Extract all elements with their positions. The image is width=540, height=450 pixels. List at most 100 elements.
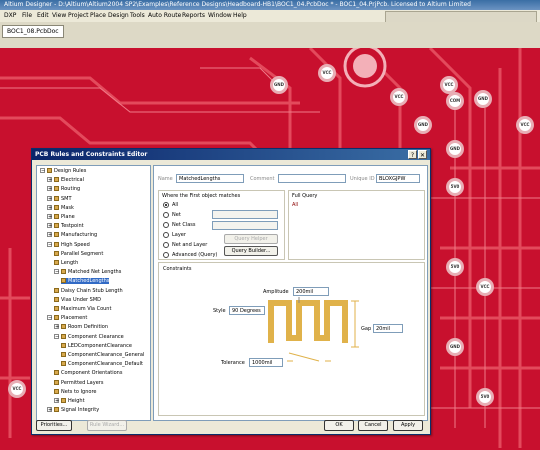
menu-reports[interactable]: Reports	[182, 12, 205, 19]
tree-node[interactable]: + Signal Integrity	[47, 407, 99, 413]
tree-node[interactable]: ComponentClearance_Default	[61, 361, 143, 367]
radio-net-label: Net	[172, 212, 181, 218]
radio-all[interactable]	[163, 202, 169, 208]
rule-folder-icon	[54, 241, 59, 247]
ok-button[interactable]: OK	[324, 420, 354, 431]
tree-node[interactable]: + Height	[54, 398, 85, 404]
tree-node[interactable]: Component Orientations	[54, 370, 122, 376]
query-helper-button[interactable]: Query Helper	[224, 234, 278, 244]
tree-node[interactable]: − Component Clearance	[54, 333, 124, 340]
expand-icon[interactable]: +	[47, 214, 52, 220]
radio-net[interactable]	[163, 212, 169, 218]
menu-window[interactable]: Window	[208, 12, 232, 19]
unique-id-input[interactable]: BLOXGJPW	[376, 174, 420, 183]
tree-node[interactable]: + SMT	[47, 195, 72, 202]
tree-node[interactable]: + Routing	[47, 186, 80, 192]
tree-node-label: Placement	[61, 315, 88, 322]
radio-net-and-layer[interactable]	[163, 242, 169, 248]
tree-node[interactable]: ComponentClearance_General	[61, 352, 144, 358]
rule-folder-icon	[54, 315, 59, 321]
radio-net-class[interactable]	[163, 222, 169, 228]
radio-layer[interactable]	[163, 232, 169, 238]
tree-node[interactable]: MatchedLengths	[61, 278, 110, 285]
help-button[interactable]: ?	[408, 150, 417, 159]
tree-node[interactable]: Length	[54, 260, 78, 266]
collapse-icon[interactable]: −	[54, 333, 59, 339]
name-input[interactable]: MatchedLengths	[176, 174, 244, 183]
tree-node[interactable]: + Manufacturing	[47, 232, 97, 238]
menu-file[interactable]: File	[22, 12, 32, 19]
tree-node[interactable]: − Placement	[47, 315, 87, 321]
app-title: Altium Designer - D:\Altium\Altium2004 S…	[4, 1, 471, 8]
tree-node[interactable]: Permitted Layers	[54, 379, 103, 386]
comment-input[interactable]	[278, 174, 346, 183]
expand-icon[interactable]: +	[47, 186, 52, 192]
tree-node[interactable]: LEDComponentClearance	[61, 342, 132, 349]
tree-node[interactable]: + Testpoint	[47, 223, 84, 229]
tree-node-label: Signal Integrity	[61, 407, 100, 414]
rules-tree[interactable]: − Design Rules + Electrical + Routing + SMT + Mas…	[36, 165, 151, 421]
expand-icon[interactable]: +	[47, 195, 52, 201]
rule-wizard-button[interactable]: Rule Wizard...	[87, 420, 127, 431]
expand-icon[interactable]: +	[47, 177, 52, 183]
tree-node[interactable]: Daisy Chain Stub Length	[54, 287, 123, 294]
pcb-pad: GND	[446, 338, 464, 356]
tree-node[interactable]: Parallel Segment	[54, 250, 103, 257]
menu-place[interactable]: Place	[90, 12, 106, 19]
cancel-button[interactable]: Cancel	[358, 420, 388, 431]
expand-icon[interactable]: +	[47, 232, 52, 238]
menu-view[interactable]: View	[52, 12, 66, 19]
tree-node[interactable]: + Mask	[47, 204, 74, 211]
rule-folder-icon	[54, 204, 59, 210]
menu-design[interactable]: Design	[108, 12, 129, 19]
rule-folder-icon	[54, 260, 59, 265]
tree-node-label: High Speed	[61, 241, 90, 248]
serpentine-diagram	[268, 297, 359, 362]
tree-node[interactable]: Maximum Via Count	[54, 306, 111, 312]
full-query-group	[288, 190, 425, 260]
priorities-button[interactable]: Priorities...	[36, 420, 72, 431]
menu-project[interactable]: Project	[68, 12, 89, 19]
tree-node[interactable]: Vias Under SMD	[54, 296, 101, 303]
collapse-icon[interactable]: −	[54, 269, 59, 275]
tree-node[interactable]: Nets to Ignore	[54, 388, 96, 395]
rule-folder-icon	[61, 352, 66, 357]
close-button[interactable]: ✕	[418, 150, 427, 159]
radio-net-class-label: Net Class	[172, 222, 196, 228]
tree-node[interactable]: + Electrical	[47, 177, 84, 183]
tree-node-label: LEDComponentClearance	[68, 342, 132, 349]
rule-folder-icon	[54, 195, 59, 201]
menu-auto-route[interactable]: Auto Route	[148, 12, 181, 19]
expand-icon[interactable]: +	[54, 398, 59, 404]
collapse-icon[interactable]: −	[40, 168, 45, 174]
tree-node-label: Matched Net Lengths	[68, 269, 122, 276]
tree-node[interactable]: + Plane	[47, 214, 75, 220]
expand-icon[interactable]: +	[47, 223, 52, 229]
apply-button[interactable]: Apply	[393, 420, 423, 431]
query-builder-button[interactable]: Query Builder...	[224, 246, 278, 256]
tree-node[interactable]: − Matched Net Lengths	[54, 269, 121, 275]
pcb-pad: COM	[446, 92, 464, 110]
pcb-pad: 5V0	[476, 388, 494, 406]
tree-node[interactable]: + Room Definition	[54, 324, 108, 330]
collapse-icon[interactable]: −	[47, 241, 52, 247]
pcb-pad: VCC	[516, 116, 534, 134]
document-tab[interactable]: BOC1_08.PcbDoc	[2, 25, 64, 38]
tree-node-label: MatchedLengths	[68, 278, 110, 285]
tree-node-label: Design Rules	[54, 168, 87, 174]
net-select[interactable]	[212, 210, 278, 219]
menu-help[interactable]: Help	[233, 12, 247, 19]
expand-icon[interactable]: +	[47, 407, 52, 413]
radio-advanced-query[interactable]	[163, 252, 169, 258]
menu-edit[interactable]: Edit	[37, 12, 49, 19]
menu-tools[interactable]: Tools	[130, 12, 145, 19]
tree-node[interactable]: − Design Rules	[40, 168, 86, 174]
pcb-pad: 5V0	[446, 178, 464, 196]
collapse-icon[interactable]: −	[47, 315, 52, 321]
expand-icon[interactable]: +	[54, 324, 59, 330]
menu-dxp[interactable]: DXP	[4, 12, 16, 19]
expand-icon[interactable]: +	[47, 204, 52, 210]
tree-node-label: Length	[61, 260, 79, 266]
net-class-select[interactable]	[212, 221, 278, 230]
tree-node[interactable]: − High Speed	[47, 241, 90, 248]
